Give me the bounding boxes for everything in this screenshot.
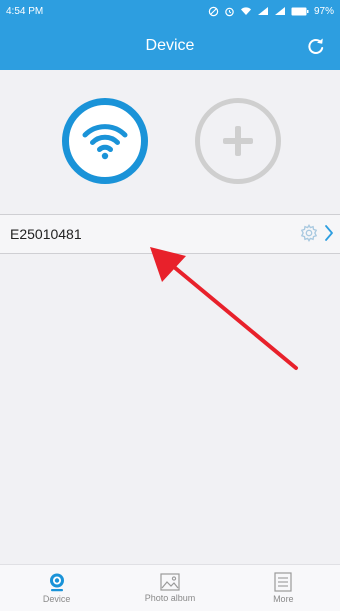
page-title: Device — [145, 37, 195, 54]
status-time: 4:54 PM — [6, 5, 44, 17]
tab-label: Photo album — [144, 593, 196, 603]
camera-icon — [49, 573, 64, 592]
do-not-disturb-icon — [208, 6, 219, 16]
tab-label: More — [273, 594, 294, 604]
chevron-right-icon[interactable] — [324, 224, 334, 242]
wifi-signal-icon — [240, 7, 251, 15]
gear-icon[interactable] — [300, 224, 318, 242]
plus-icon — [223, 126, 253, 156]
list-icon — [274, 572, 292, 592]
tab-bar: Device Photo album More — [0, 564, 340, 611]
cell-signal-2-icon — [274, 7, 285, 15]
header: Device — [0, 22, 340, 70]
cell-signal-icon — [257, 7, 268, 15]
tab-device[interactable]: Device — [0, 565, 113, 611]
device-list-item[interactable]: E25010481 — [0, 214, 340, 254]
tab-more[interactable]: More — [227, 565, 340, 611]
tab-label: Device — [42, 594, 71, 604]
refresh-button[interactable] — [306, 36, 326, 56]
device-row-actions — [300, 224, 334, 242]
alarm-icon — [225, 7, 234, 16]
device-name: E25010481 — [10, 226, 82, 242]
battery-percent: 97% — [313, 5, 334, 17]
refresh-icon — [308, 38, 324, 54]
add-device-button[interactable] — [195, 98, 281, 184]
wifi-config-button[interactable] — [62, 98, 148, 184]
action-buttons — [0, 98, 340, 184]
battery-icon — [291, 7, 309, 15]
wifi-icon — [82, 124, 128, 160]
status-icons: 97% — [208, 6, 334, 17]
status-bar: 4:54 PM 97% — [0, 0, 340, 22]
annotation-arrow — [150, 247, 298, 370]
tab-photo-album[interactable]: Photo album — [113, 565, 226, 611]
photo-icon — [160, 573, 180, 591]
